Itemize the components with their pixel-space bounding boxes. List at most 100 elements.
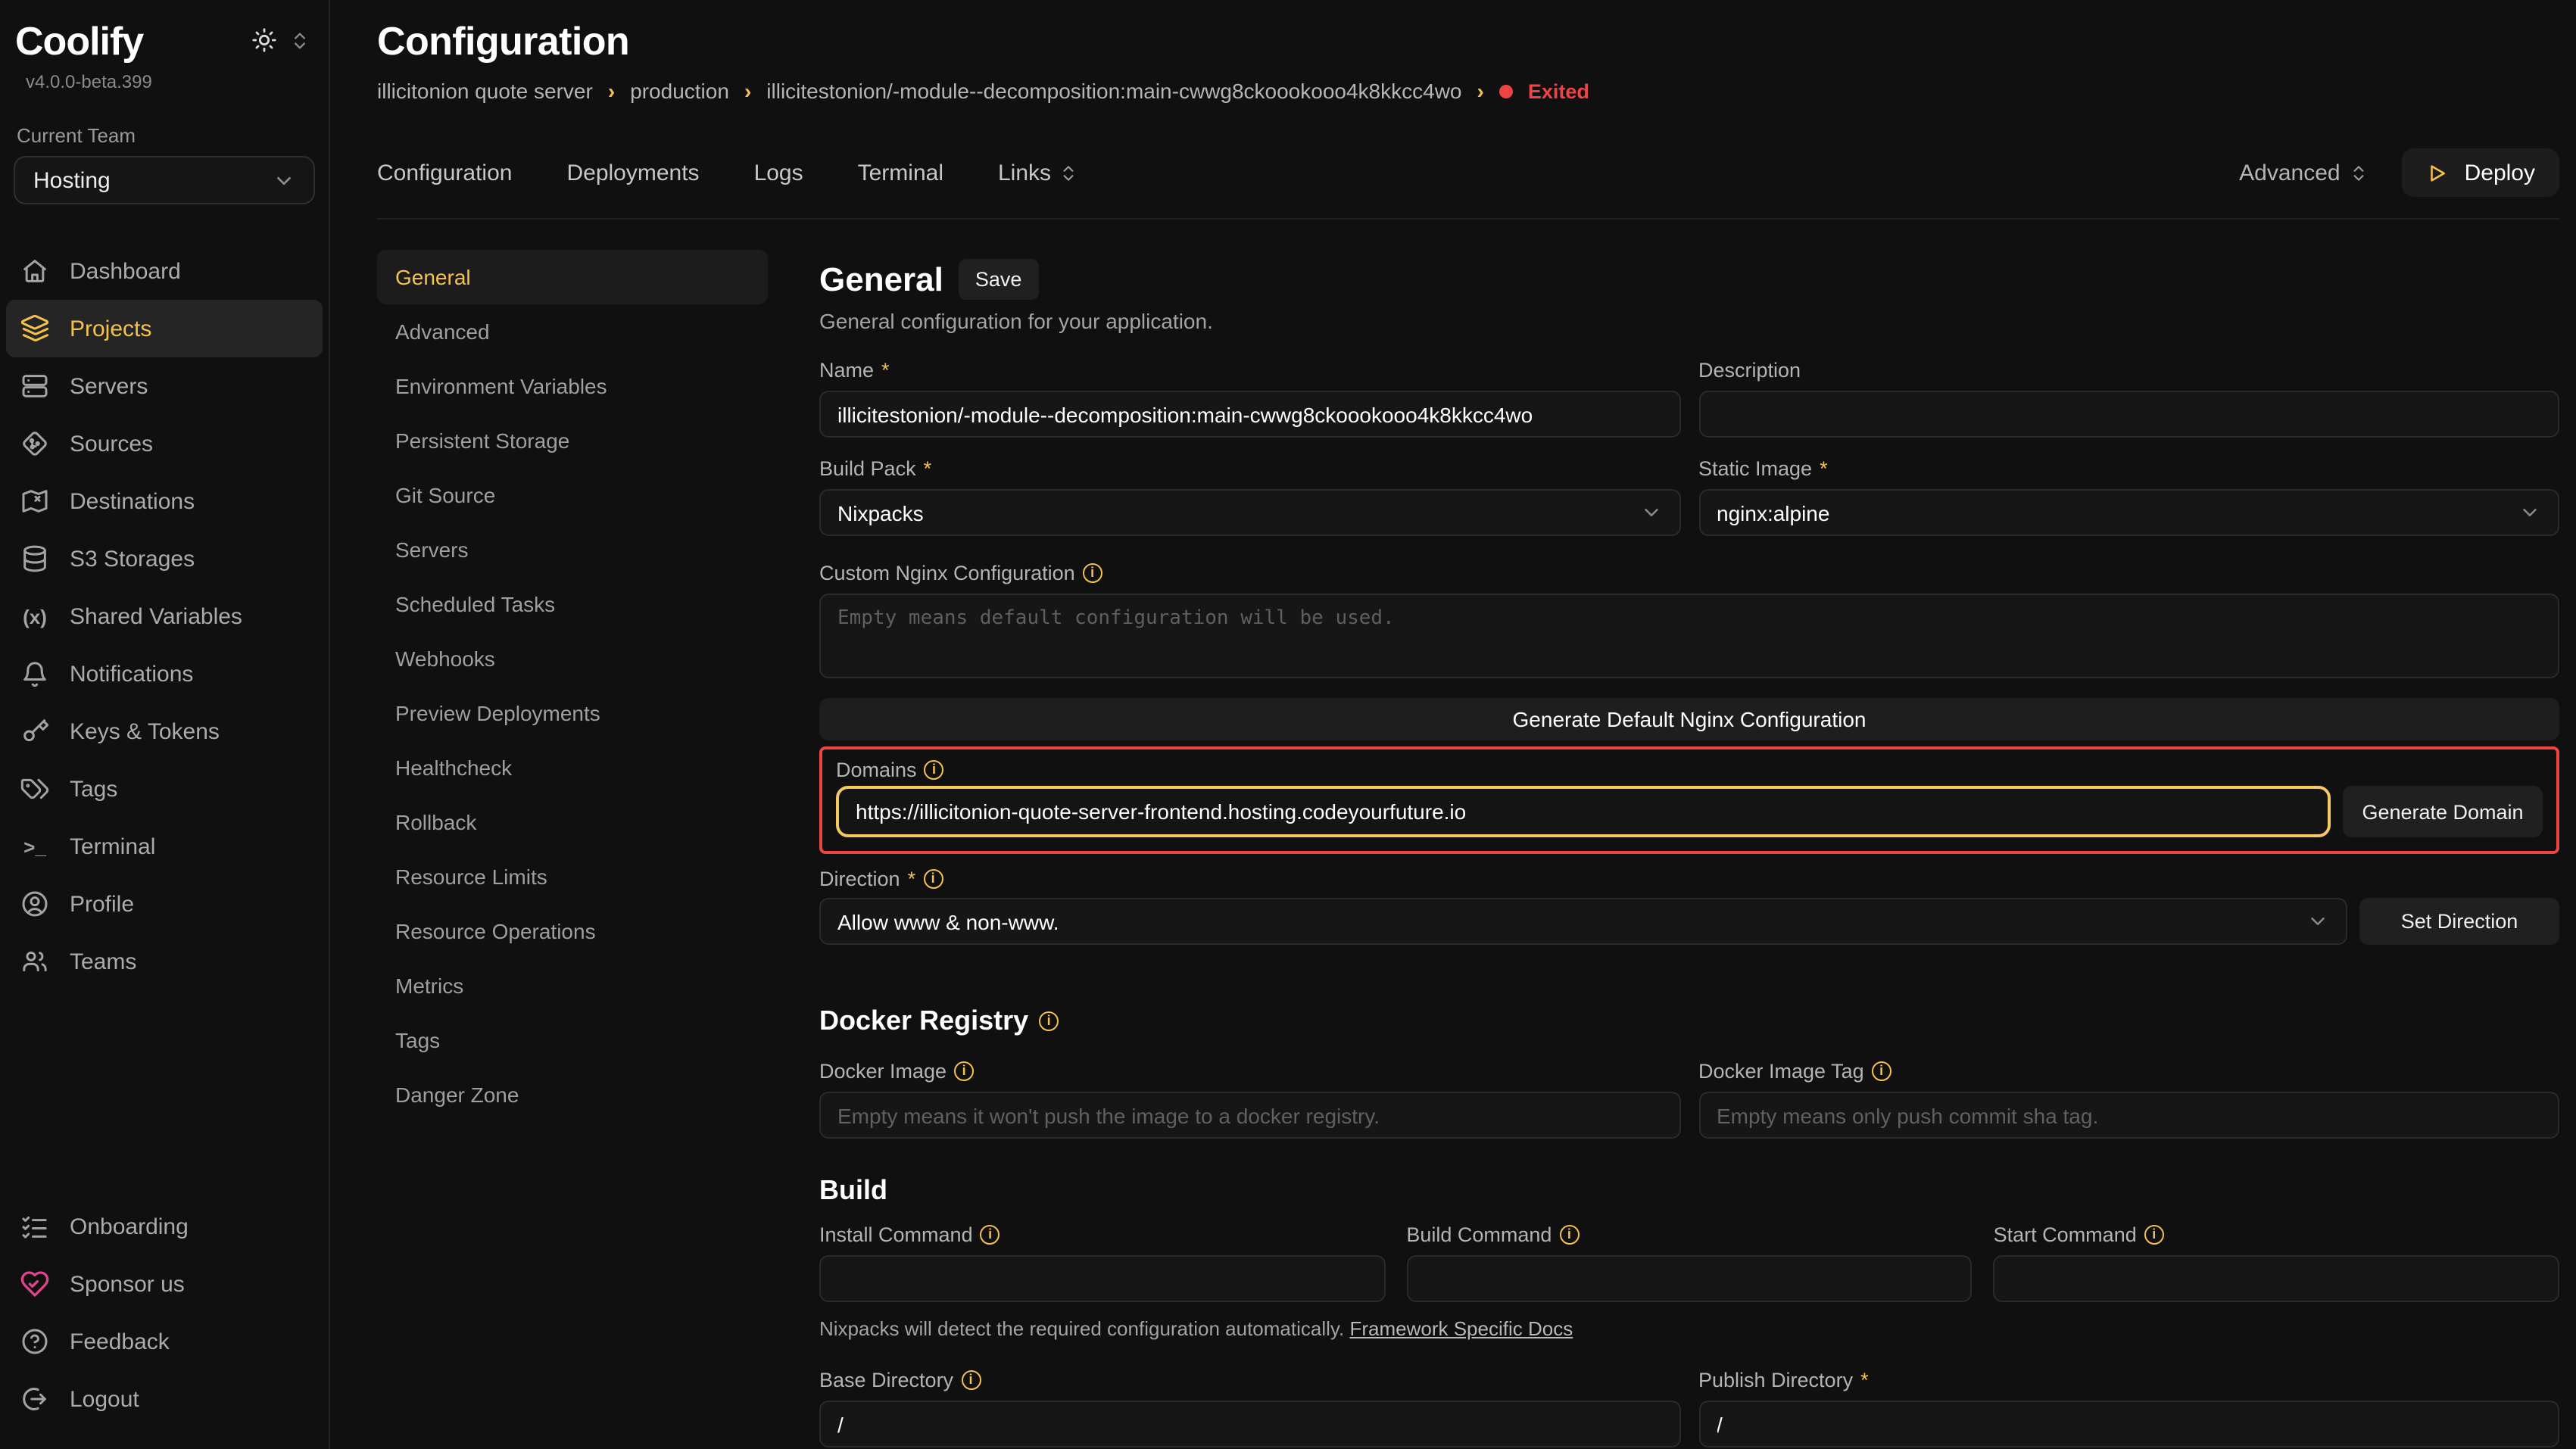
generate-nginx-button[interactable]: Generate Default Nginx Configuration — [819, 698, 2559, 740]
chevron-down-icon — [2306, 910, 2329, 933]
logout-icon — [20, 1384, 50, 1414]
required-marker: * — [881, 358, 890, 381]
publish-directory-input[interactable] — [1698, 1401, 2559, 1447]
sidebar-collapse-icon[interactable] — [289, 30, 310, 58]
submenu-item-healthcheck[interactable]: Healthcheck — [377, 740, 768, 795]
submenu-item-servers[interactable]: Servers — [377, 522, 768, 577]
breadcrumb-application[interactable]: illicitestonion/-module--decomposition:m… — [766, 79, 1461, 103]
tab-terminal[interactable]: Terminal — [858, 160, 943, 185]
build-pack-select[interactable]: Nixpacks — [819, 489, 1680, 536]
tab-deployments[interactable]: Deployments — [566, 160, 699, 185]
submenu-item-webhooks[interactable]: Webhooks — [377, 631, 768, 686]
submenu-item-general[interactable]: General — [377, 250, 768, 304]
advanced-label: Advanced — [2239, 160, 2340, 185]
chevron-down-icon — [1639, 501, 1662, 524]
status-badge: Exited — [1528, 79, 1589, 102]
sidebar-item-label: Dashboard — [70, 258, 181, 284]
info-icon[interactable]: i — [1039, 1011, 1059, 1031]
sidebar-item-servers[interactable]: Servers — [6, 357, 323, 415]
variable-icon: (x) — [20, 605, 50, 628]
submenu-item-git-source[interactable]: Git Source — [377, 468, 768, 522]
build-pack-label: Build Pack — [819, 457, 916, 479]
sidebar-item-sponsor[interactable]: Sponsor us — [6, 1255, 323, 1313]
submenu-item-advanced[interactable]: Advanced — [377, 304, 768, 359]
sidebar-item-dashboard[interactable]: Dashboard — [6, 242, 323, 300]
sidebar-item-label: Keys & Tokens — [70, 718, 220, 744]
theme-sun-icon[interactable] — [251, 27, 277, 61]
chevrons-up-down-icon — [2350, 163, 2369, 182]
sidebar-footer: Onboarding Sponsor us Feedback Logout — [6, 1198, 323, 1428]
required-marker: * — [924, 457, 932, 479]
publish-directory-label: Publish Directory — [1698, 1368, 1853, 1391]
set-direction-button[interactable]: Set Direction — [2359, 898, 2559, 945]
sidebar-item-onboarding[interactable]: Onboarding — [6, 1198, 323, 1255]
breadcrumb-project[interactable]: illicitonion quote server — [377, 79, 593, 103]
info-icon[interactable]: i — [925, 759, 944, 779]
name-input[interactable] — [819, 391, 1680, 438]
submenu-item-resource-operations[interactable]: Resource Operations — [377, 904, 768, 958]
base-directory-input[interactable] — [819, 1401, 1680, 1447]
tab-logs[interactable]: Logs — [754, 160, 803, 185]
sidebar-item-profile[interactable]: Profile — [6, 875, 323, 933]
tab-links[interactable]: Links — [998, 160, 1078, 185]
docker-image-tag-input[interactable] — [1698, 1092, 2559, 1139]
start-command-input[interactable] — [1994, 1255, 2559, 1302]
info-icon[interactable]: i — [1083, 562, 1102, 582]
deploy-button[interactable]: Deploy — [2403, 148, 2559, 197]
info-icon[interactable]: i — [2144, 1224, 2164, 1244]
submenu-item-resource-limits[interactable]: Resource Limits — [377, 849, 768, 904]
sidebar-item-keys-tokens[interactable]: Keys & Tokens — [6, 703, 323, 760]
app-window: Coolify v4.0.0-beta.399 Current Team Hos… — [0, 0, 2576, 1449]
info-icon[interactable]: i — [923, 868, 943, 888]
submenu-item-tags[interactable]: Tags — [377, 1013, 768, 1067]
submenu-item-rollback[interactable]: Rollback — [377, 795, 768, 849]
sidebar-item-tags[interactable]: Tags — [6, 760, 323, 818]
save-button[interactable]: Save — [959, 259, 1039, 300]
domains-section-highlight: Domains i Generate Domain — [819, 746, 2559, 854]
submenu-item-danger-zone[interactable]: Danger Zone — [377, 1067, 768, 1122]
app-logo: Coolify — [15, 18, 152, 65]
breadcrumb-environment[interactable]: production — [630, 79, 729, 103]
sidebar-item-terminal[interactable]: >_ Terminal — [6, 818, 323, 875]
framework-docs-link[interactable]: Framework Specific Docs — [1349, 1317, 1573, 1340]
install-command-input[interactable] — [819, 1255, 1385, 1302]
sidebar-item-label: Feedback — [70, 1329, 170, 1354]
chevron-right-icon: › — [744, 79, 751, 103]
sidebar-item-label: Tags — [70, 776, 117, 802]
info-icon[interactable]: i — [1872, 1061, 1891, 1080]
docker-image-input[interactable] — [819, 1092, 1680, 1139]
name-label: Name — [819, 358, 874, 381]
sidebar-item-notifications[interactable]: Notifications — [6, 645, 323, 703]
submenu-item-scheduled-tasks[interactable]: Scheduled Tasks — [377, 577, 768, 631]
submenu-item-preview-deployments[interactable]: Preview Deployments — [377, 686, 768, 740]
sidebar-item-label: Sources — [70, 431, 153, 457]
sidebar-item-teams[interactable]: Teams — [6, 933, 323, 990]
generate-domain-button[interactable]: Generate Domain — [2343, 786, 2543, 837]
direction-select[interactable]: Allow www & non-www. — [819, 898, 2347, 945]
static-image-select[interactable]: nginx:alpine — [1698, 489, 2559, 536]
sidebar-item-shared-variables[interactable]: (x) Shared Variables — [6, 587, 323, 645]
build-command-input[interactable] — [1406, 1255, 1972, 1302]
description-input[interactable] — [1698, 391, 2559, 438]
advanced-menu[interactable]: Advanced — [2239, 160, 2369, 185]
sidebar-item-s3-storages[interactable]: S3 Storages — [6, 530, 323, 587]
sidebar-item-logout[interactable]: Logout — [6, 1370, 323, 1428]
sidebar-item-destinations[interactable]: Destinations — [6, 472, 323, 530]
domains-input[interactable] — [836, 786, 2331, 837]
tab-configuration[interactable]: Configuration — [377, 160, 512, 185]
submenu-item-metrics[interactable]: Metrics — [377, 958, 768, 1013]
info-icon[interactable]: i — [954, 1061, 974, 1080]
sidebar-item-sources[interactable]: Sources — [6, 415, 323, 472]
team-select[interactable]: Hosting — [14, 156, 315, 204]
submenu-item-environment-variables[interactable]: Environment Variables — [377, 359, 768, 413]
submenu-item-persistent-storage[interactable]: Persistent Storage — [377, 413, 768, 468]
section-heading-build: Build — [819, 1175, 887, 1207]
info-icon[interactable]: i — [961, 1370, 981, 1389]
sidebar-item-feedback[interactable]: Feedback — [6, 1313, 323, 1370]
nginx-config-textarea[interactable] — [819, 594, 2559, 678]
info-icon[interactable]: i — [1559, 1224, 1579, 1244]
sidebar-item-projects[interactable]: Projects — [6, 300, 323, 357]
current-team-label: Current Team — [17, 124, 323, 147]
help-circle-icon — [20, 1326, 50, 1357]
info-icon[interactable]: i — [981, 1224, 1000, 1244]
